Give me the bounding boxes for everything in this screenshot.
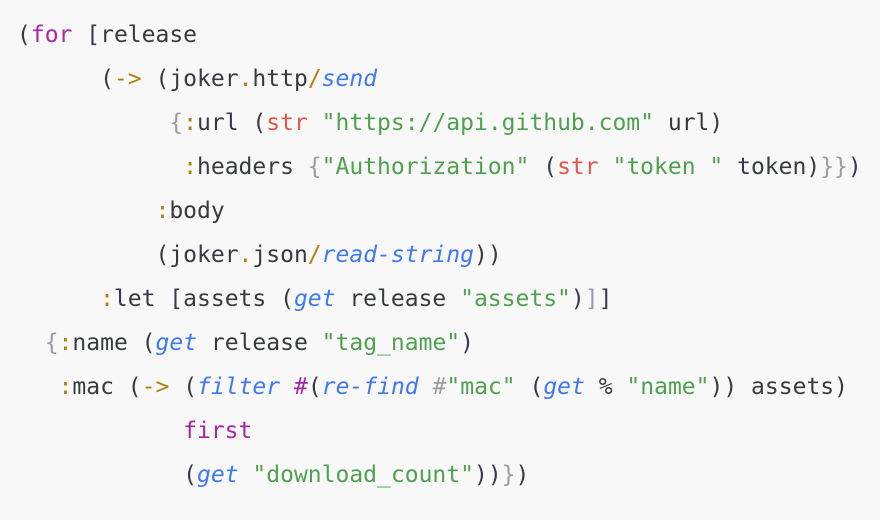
function-token: get (293, 286, 336, 312)
string-token: "Authorization" (321, 154, 530, 180)
code-text: ( (307, 374, 322, 400)
code-text: )) (473, 462, 502, 488)
function-token: get (197, 462, 239, 488)
function-token: read-string (321, 242, 474, 268)
function-token: get (155, 330, 198, 356)
code-text: )) (473, 242, 502, 268)
bracket-token: { (44, 330, 59, 356)
code-text: release (197, 330, 322, 356)
macro-token: -> (141, 374, 170, 400)
code-text: release (335, 286, 461, 312)
builtin-token: str (557, 154, 599, 180)
code-text: ( (17, 22, 31, 48)
bracket-token: # (432, 374, 447, 400)
code-line: (for [release (17, 13, 862, 57)
code-text: (joker (141, 66, 239, 92)
code-text: http (252, 66, 308, 92)
code-line: :mac (-> (filter #(re-find #"mac" (get %… (17, 365, 862, 409)
code-text: ( (515, 374, 544, 400)
builtin-token: str (266, 110, 308, 136)
code-text: ) (515, 462, 530, 488)
string-token: "https://api.github.com" (321, 110, 655, 136)
code-text: [release (72, 22, 198, 48)
macro-token: : (58, 374, 73, 400)
code-line: (get "download_count"))}) (17, 453, 862, 497)
code-text: ] (598, 286, 613, 312)
string-token: "mac" (446, 374, 516, 400)
string-token: "token " (612, 154, 724, 180)
keyword-token: for (30, 22, 73, 48)
code-line: (joker.json/read-string)) (17, 233, 862, 277)
macro-token: . (238, 66, 253, 92)
bracket-token: { (307, 154, 322, 180)
code-line: :body (17, 189, 862, 233)
code-text: ( (100, 66, 114, 92)
function-token: re-find (321, 374, 419, 400)
macro-token: : (100, 286, 114, 312)
macro-token: : (58, 330, 73, 356)
bracket-token: ] (584, 286, 599, 312)
code-text: )) assets) (709, 374, 848, 400)
macro-token: / (307, 66, 322, 92)
code-line: {:url (str "https://api.github.com" url) (17, 101, 862, 145)
code-text: % (584, 374, 627, 400)
string-token: "tag_name" (321, 330, 461, 356)
macro-token: . (238, 242, 253, 268)
macro-token: : (183, 110, 198, 136)
code-line: :let [assets (get release "assets")]] (17, 277, 862, 321)
code-text: ) (460, 330, 475, 356)
macro-token: : (155, 198, 170, 224)
code-text: let [assets ( (113, 286, 294, 312)
code-text: (joker (155, 242, 239, 268)
code-text: token) (723, 154, 821, 180)
code-text: mac ( (72, 374, 142, 400)
code-line: first (17, 409, 862, 453)
code-block: (for [release (-> (joker.http/send {:url (… (17, 13, 862, 497)
keyword-token: # (294, 374, 308, 400)
code-text: ) (570, 286, 585, 312)
function-token: send (321, 66, 378, 92)
code-text: name ( (72, 330, 156, 356)
code-text: ( (183, 462, 197, 488)
code-text: body (169, 198, 225, 224)
function-token: get (543, 374, 585, 400)
code-line: :headers {"Authorization" (str "token " … (17, 145, 862, 189)
code-text: ( (169, 374, 198, 400)
bracket-token: { (169, 110, 184, 136)
code-text: ) (847, 154, 862, 180)
macro-token: -> (113, 66, 142, 92)
bracket-token: }} (820, 154, 848, 180)
function-token: filter (197, 374, 281, 400)
keyword-token: first (183, 418, 253, 444)
bracket-token: } (501, 462, 516, 488)
macro-token: : (183, 154, 197, 180)
code-line: {:name (get release "tag_name") (17, 321, 862, 365)
code-text: url) (654, 110, 724, 136)
string-token: "assets" (460, 286, 571, 312)
code-text: headers (197, 154, 308, 180)
string-token: "name" (626, 374, 710, 400)
macro-token: / (307, 242, 322, 268)
code-text: url ( (197, 110, 267, 136)
string-token: "download_count" (252, 462, 474, 488)
code-text: json (252, 242, 308, 268)
code-text: ( (529, 154, 558, 180)
code-line: (-> (joker.http/send (17, 57, 862, 101)
